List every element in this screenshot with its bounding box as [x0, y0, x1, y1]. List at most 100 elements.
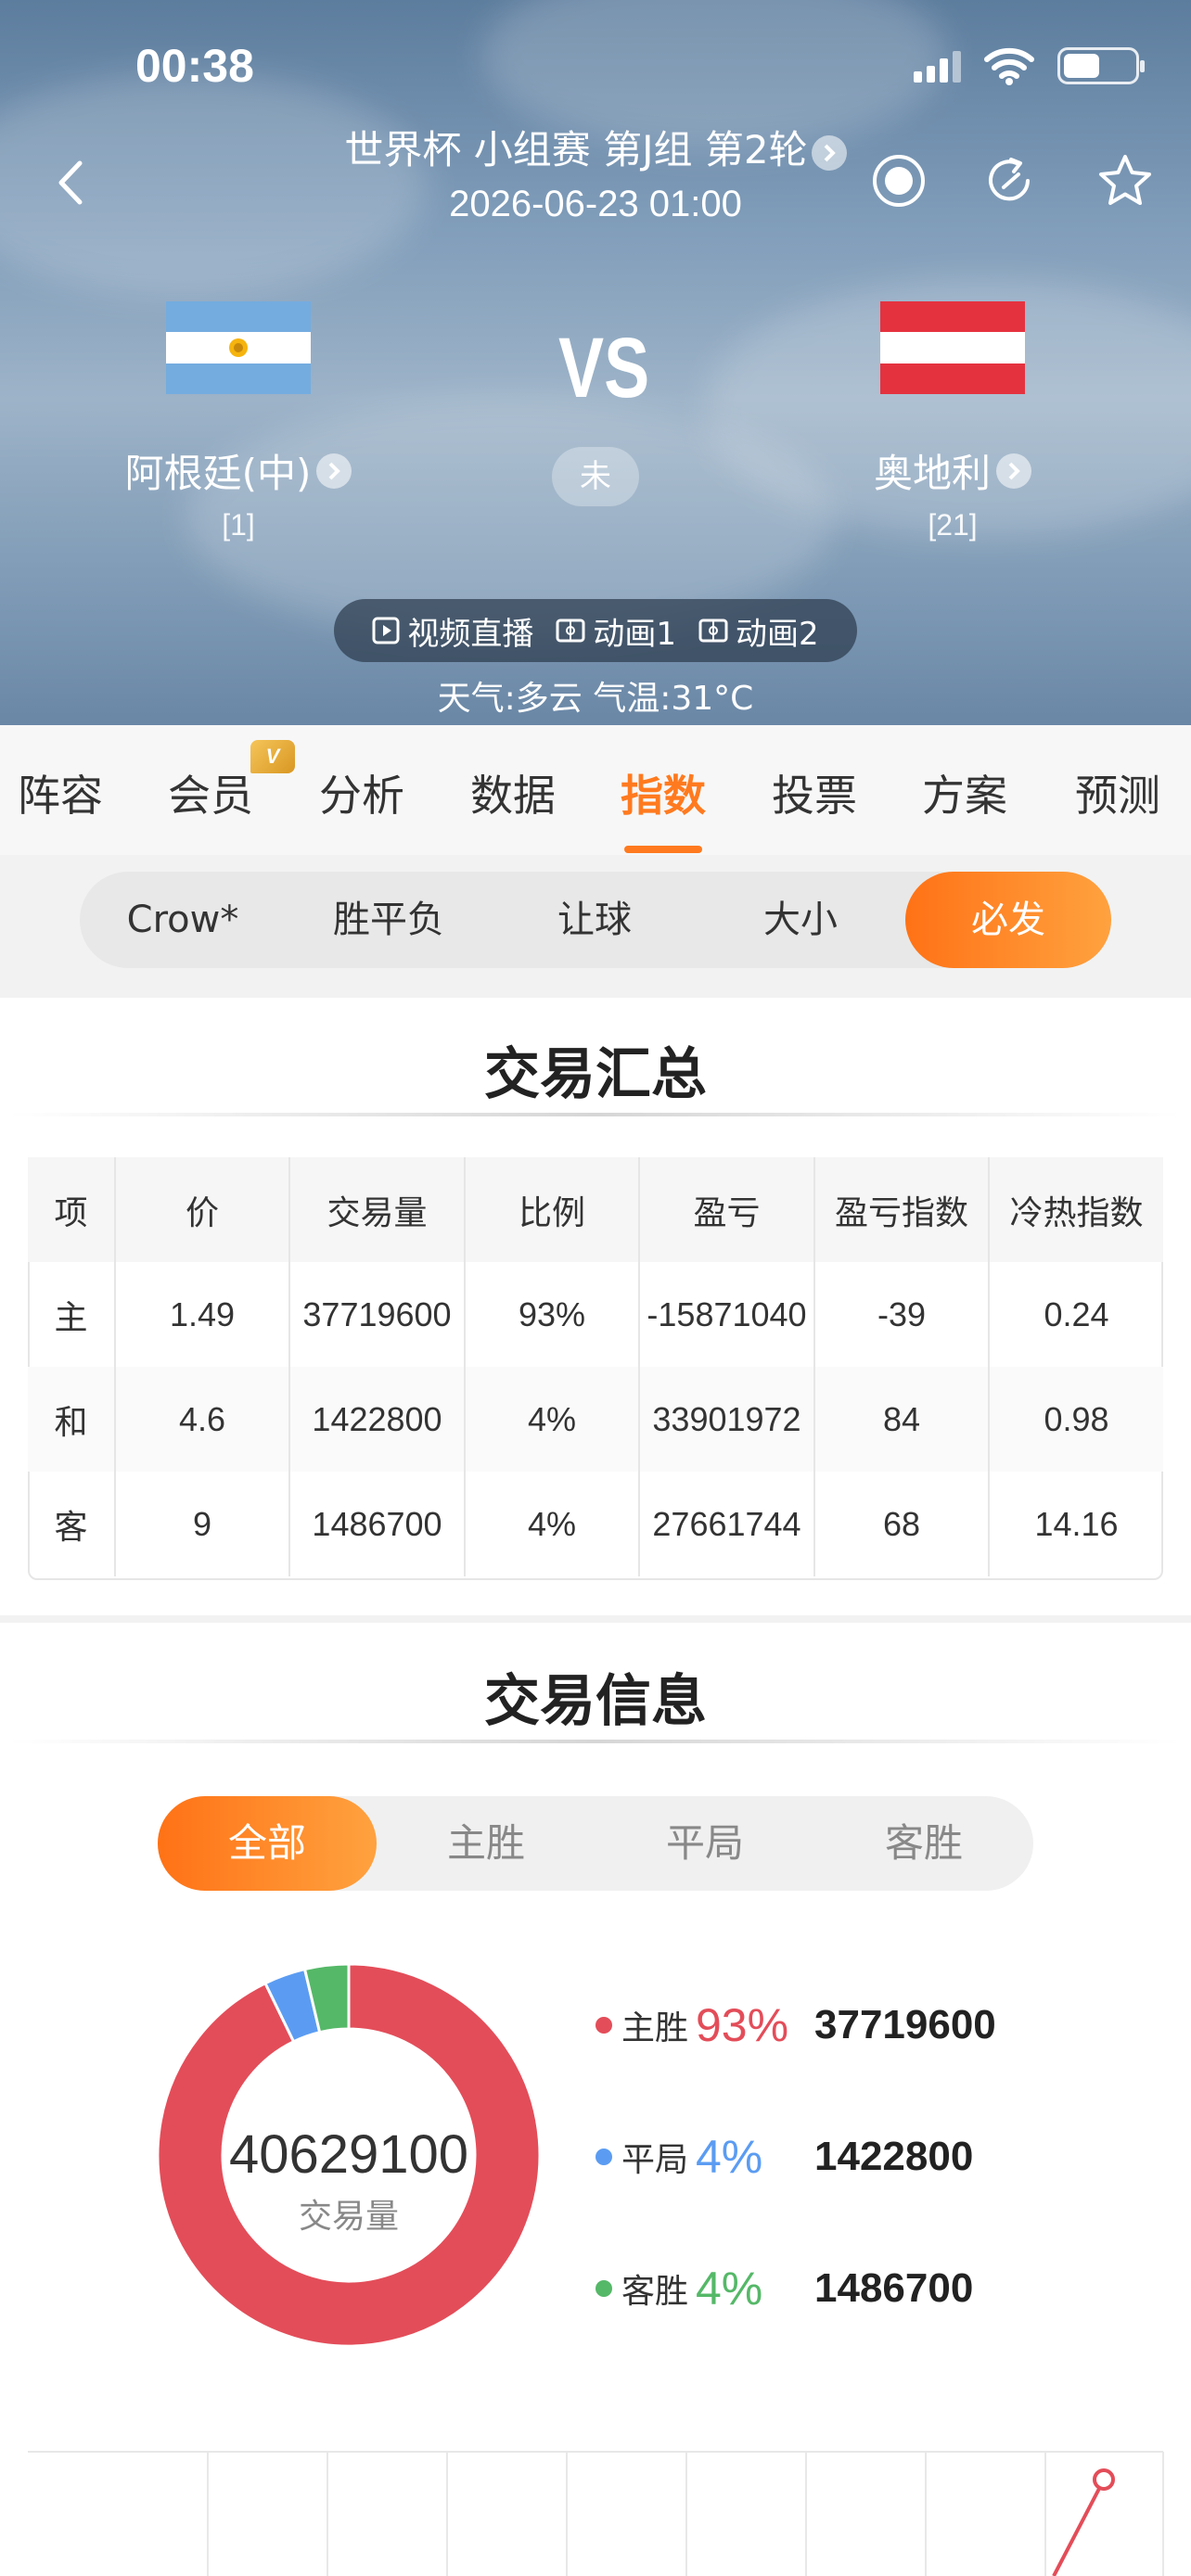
- filter-home-win[interactable]: 主胜: [377, 1796, 596, 1891]
- table-cell: 4.6: [115, 1367, 290, 1472]
- home-team-rank: [1]: [222, 508, 255, 542]
- share-icon[interactable]: [983, 152, 1041, 210]
- record-icon[interactable]: [870, 152, 928, 210]
- table-cell: 84: [814, 1367, 990, 1472]
- subtab-handicap[interactable]: 让球: [492, 872, 698, 968]
- table-cell: 0.98: [989, 1367, 1163, 1472]
- chevron-right-icon: [996, 453, 1031, 489]
- table-cell: 14.16: [1034, 1504, 1119, 1543]
- table-row: 客 9 1486700 4% 27661744 68 14.16: [28, 1472, 1163, 1576]
- title-divider: [9, 1113, 1182, 1116]
- weather-info: 天气:多云 气温:31°C: [437, 680, 754, 718]
- video-live-button[interactable]: 视频直播: [372, 608, 533, 654]
- subtab-betfair[interactable]: 必发: [905, 872, 1111, 968]
- table-cell: -15871040: [639, 1262, 815, 1367]
- legend-percent: 4%: [696, 2263, 763, 2315]
- table-cell: 客: [28, 1472, 116, 1576]
- table-cell: 1422800: [289, 1367, 466, 1472]
- chevron-right-icon: [316, 453, 352, 489]
- live-options-bar: 视频直播 动画1 动画2: [334, 599, 857, 662]
- legend-value: 1486700: [814, 2265, 974, 2311]
- battery-icon: [1057, 47, 1145, 84]
- match-status-badge: 未: [552, 447, 639, 506]
- legend-away-win: 客胜 4% 1486700: [596, 2251, 973, 2326]
- legend-percent: 93%: [696, 1999, 789, 2051]
- filter-away-win[interactable]: 客胜: [814, 1796, 1033, 1891]
- result-filter-tabs: 全部 主胜 平局 客胜: [158, 1796, 1033, 1891]
- tab-prediction[interactable]: 预测: [1056, 762, 1180, 823]
- table-cell: 93%: [465, 1262, 640, 1367]
- tab-plan[interactable]: 方案: [904, 762, 1025, 823]
- filter-draw[interactable]: 平局: [596, 1796, 814, 1891]
- table-cell: 1.49: [115, 1262, 290, 1367]
- section-title: 交易信息: [484, 1669, 707, 1734]
- legend-dot: [596, 2149, 612, 2165]
- legend-value: 1422800: [814, 2134, 974, 2179]
- subtab-win-draw-lose[interactable]: 胜平负: [286, 872, 492, 968]
- table-cell: 0.24: [1044, 1294, 1109, 1333]
- table-cell: -39: [814, 1262, 990, 1367]
- column-header: 比例: [465, 1157, 640, 1262]
- trend-line: [1052, 2482, 1104, 2576]
- trend-chart: [0, 2439, 1191, 2576]
- table-cell: 68: [814, 1472, 990, 1576]
- table-cell: 1486700: [289, 1472, 466, 1576]
- legend-home-win: 主胜 93% 37719600: [596, 1988, 996, 2062]
- match-header: 00:38 世界杯 小组赛 第J组 第2轮 2026-06-23 01:00 阿…: [0, 0, 1191, 725]
- tab-lineup[interactable]: 阵容: [0, 762, 121, 823]
- status-icons: [914, 46, 1145, 85]
- away-team-name: 奥地利: [873, 451, 991, 496]
- section-title: 交易汇总: [484, 1042, 707, 1107]
- legend-value: 37719600: [814, 2002, 996, 2047]
- table-row: 和 4.6 1422800 4% 33901972 84 0.98: [28, 1367, 1163, 1472]
- column-header: 价: [115, 1157, 290, 1262]
- tab-analysis[interactable]: 分析: [301, 762, 422, 823]
- main-tabs: 阵容 会员 分析 数据 指数 投票 方案 预测: [0, 725, 1191, 855]
- argentina-flag-icon: [166, 301, 311, 394]
- table-header-row: 项 价 交易量 比例 盈亏 盈亏指数 冷热指数: [28, 1157, 1163, 1262]
- odds-type-tabs: Crow* 胜平负 让球 大小 必发: [80, 872, 1111, 968]
- pitch-icon: [556, 618, 585, 643]
- vip-badge-icon: V: [250, 740, 295, 773]
- table-cell: 9: [115, 1472, 290, 1576]
- filter-all[interactable]: 全部: [158, 1796, 377, 1891]
- table-cell: 33901972: [639, 1367, 815, 1472]
- column-header: 冷热指数: [989, 1157, 1163, 1262]
- tab-index[interactable]: 指数: [603, 762, 724, 823]
- trend-chart-grid: [28, 2451, 1164, 2576]
- total-volume: 40629100: [228, 2124, 469, 2185]
- table-row: 主 1.49 37719600 93% -15871040 -39 0.24: [28, 1262, 1163, 1367]
- wifi-icon: [984, 47, 1034, 85]
- play-icon: [372, 617, 400, 644]
- legend-percent: 4%: [696, 2131, 763, 2183]
- subtab-over-under[interactable]: 大小: [698, 872, 903, 968]
- austria-flag-icon: [880, 301, 1025, 394]
- subtab-crow[interactable]: Crow*: [80, 872, 286, 968]
- vs-label: VS: [558, 321, 650, 415]
- legend-dot: [596, 2017, 612, 2034]
- chevron-right-icon: [811, 134, 847, 171]
- legend-dot: [596, 2280, 612, 2297]
- tab-data[interactable]: 数据: [453, 762, 573, 823]
- cellular-signal-icon: [914, 49, 961, 83]
- trend-point: [1093, 2468, 1115, 2491]
- competition-label: 世界杯 小组赛 第J组 第2轮: [344, 127, 808, 172]
- column-header: 项: [28, 1157, 116, 1262]
- title-divider: [9, 1740, 1182, 1743]
- status-time: 00:38: [135, 40, 254, 92]
- away-team-rank: [21]: [928, 508, 978, 542]
- favorite-star-icon[interactable]: [1096, 152, 1154, 210]
- legend-draw: 平局 4% 1422800: [596, 2120, 973, 2194]
- column-header: 盈亏指数: [814, 1157, 990, 1262]
- column-header: 交易量: [289, 1157, 466, 1262]
- tab-vote[interactable]: 投票: [754, 762, 875, 823]
- table-cell: 27661744: [639, 1472, 815, 1576]
- column-header: 盈亏: [639, 1157, 815, 1262]
- animation-2-button[interactable]: 动画2: [698, 608, 819, 654]
- home-team[interactable]: 阿根廷(中) [1]: [109, 301, 368, 542]
- pitch-icon: [698, 618, 728, 643]
- table-cell: 主: [28, 1262, 116, 1367]
- away-team[interactable]: 奥地利 [21]: [823, 301, 1082, 542]
- animation-1-button[interactable]: 动画1: [556, 608, 676, 654]
- table-cell: 4%: [465, 1367, 640, 1472]
